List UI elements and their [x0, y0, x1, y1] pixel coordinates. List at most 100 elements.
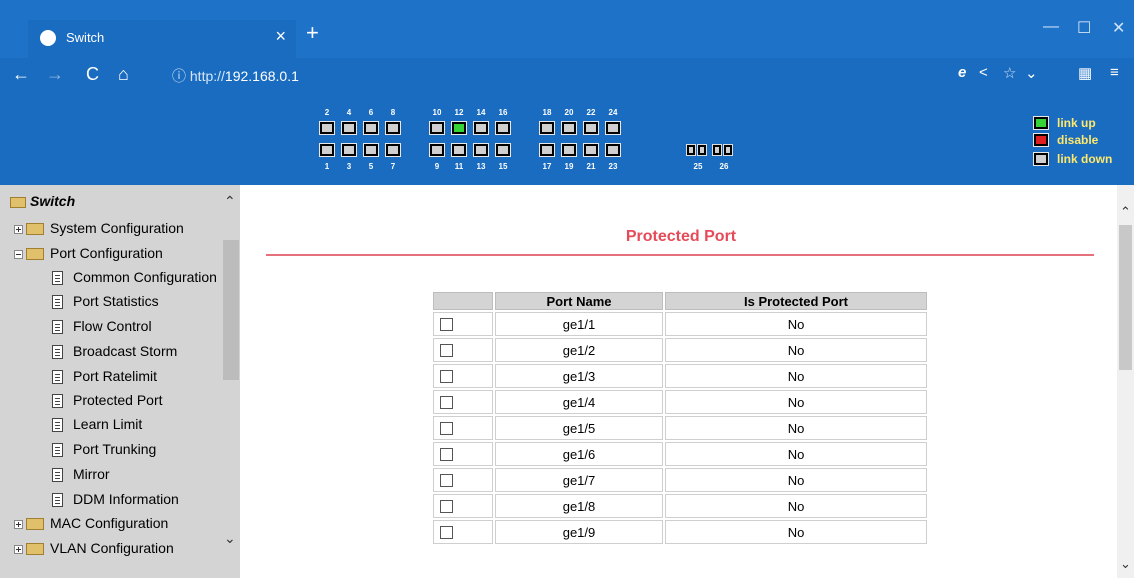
port-label-21: 21	[586, 162, 596, 171]
row-checkbox[interactable]	[440, 369, 453, 383]
switch-port-panel: 2 4 6 8 10 12 14 16 18 20 22 24 1 3 5 7 …	[0, 94, 1134, 185]
port-25a[interactable]	[686, 144, 696, 156]
sidebar-item-broadcast-storm[interactable]: Broadcast Storm	[52, 340, 177, 362]
port-16[interactable]	[495, 121, 511, 135]
apps-icon[interactable]: ▦	[1078, 64, 1092, 82]
row-checkbox[interactable]	[440, 499, 453, 513]
row-checkbox[interactable]	[440, 317, 453, 331]
port-7[interactable]	[385, 143, 401, 157]
main-scroll-down-icon[interactable]: ⌄	[1120, 556, 1131, 572]
expand-icon[interactable]	[14, 224, 23, 234]
sidebar-item-system-configuration[interactable]: System Configuration	[14, 217, 184, 239]
new-tab-button[interactable]: +	[306, 22, 319, 44]
reload-icon[interactable]: C	[86, 64, 99, 85]
sidebar-item-port-configuration[interactable]: Port Configuration	[14, 242, 163, 264]
main-scroll-up-icon[interactable]: ⌃	[1120, 204, 1131, 220]
port-22[interactable]	[583, 121, 599, 135]
port-name-cell: ge1/8	[495, 494, 663, 518]
port-label-5: 5	[368, 162, 374, 171]
port-label-14: 14	[476, 108, 486, 117]
menu-icon[interactable]: ≡	[1110, 64, 1119, 81]
chevron-down-icon[interactable]: ⌄	[1025, 64, 1038, 82]
table-row: ge1/2 No	[433, 338, 927, 362]
legend-link-down: link down	[1033, 150, 1112, 168]
back-icon[interactable]: ←	[12, 64, 30, 85]
port-26a[interactable]	[712, 144, 722, 156]
port-3[interactable]	[341, 143, 357, 157]
port-14[interactable]	[473, 121, 489, 135]
sidebar-item-flow-control[interactable]: Flow Control	[52, 315, 152, 337]
row-checkbox[interactable]	[440, 525, 453, 539]
port-6[interactable]	[363, 121, 379, 135]
ie-mode-icon[interactable]: e	[958, 64, 966, 81]
row-select-cell	[433, 338, 493, 362]
sidebar-item-mirror[interactable]: Mirror	[52, 463, 110, 485]
table-row: ge1/1 No	[433, 312, 927, 336]
port-5[interactable]	[363, 143, 379, 157]
tab-close-icon[interactable]: ×	[275, 26, 286, 47]
port-status-icon	[1033, 132, 1049, 147]
sidebar-item-protected-port[interactable]: Protected Port	[52, 389, 163, 411]
sidebar-item-port-ratelimit[interactable]: Port Ratelimit	[52, 365, 157, 387]
minimize-icon[interactable]: —	[1043, 18, 1059, 36]
port-8[interactable]	[385, 121, 401, 135]
document-icon	[52, 493, 63, 508]
url-info: ⓘ http://	[172, 68, 225, 84]
protected-port-table: Port Name Is Protected Port ge1/1 No ge1…	[431, 290, 929, 546]
port-10[interactable]	[429, 121, 445, 135]
sidebar-item-vlan-configuration[interactable]: VLAN Configuration	[14, 537, 174, 559]
home-icon[interactable]: ⌂	[118, 64, 129, 85]
expand-icon[interactable]	[14, 544, 23, 554]
port-19[interactable]	[561, 143, 577, 157]
sidebar-item-learn-limit[interactable]: Learn Limit	[52, 413, 142, 435]
row-select-cell	[433, 390, 493, 414]
table-row: ge1/3 No	[433, 364, 927, 388]
port-13[interactable]	[473, 143, 489, 157]
address-bar[interactable]: ⓘ http://192.168.0.1	[160, 62, 850, 90]
port-24[interactable]	[605, 121, 621, 135]
row-checkbox[interactable]	[440, 447, 453, 461]
row-checkbox[interactable]	[440, 421, 453, 435]
port-2[interactable]	[319, 121, 335, 135]
browser-tab[interactable]: Switch ×	[28, 20, 296, 58]
close-window-icon[interactable]: ✕	[1112, 18, 1125, 38]
port-label-18: 18	[542, 108, 552, 117]
port-label-10: 10	[432, 108, 442, 117]
port-21[interactable]	[583, 143, 599, 157]
port-23[interactable]	[605, 143, 621, 157]
sidebar-item-mac-configuration[interactable]: MAC Configuration	[14, 512, 168, 534]
star-icon[interactable]: ☆	[1003, 64, 1016, 82]
sidebar-scroll-thumb[interactable]	[223, 240, 239, 380]
maximize-icon[interactable]: ☐	[1077, 18, 1091, 38]
port-4[interactable]	[341, 121, 357, 135]
share-icon[interactable]: <	[979, 64, 988, 81]
port-20[interactable]	[561, 121, 577, 135]
sidebar-item-port-trunking[interactable]: Port Trunking	[52, 438, 156, 460]
row-checkbox[interactable]	[440, 343, 453, 357]
port-1[interactable]	[319, 143, 335, 157]
document-icon	[52, 320, 63, 335]
document-icon	[52, 418, 63, 433]
table-header-row: Port Name Is Protected Port	[433, 292, 927, 310]
port-12[interactable]	[451, 121, 467, 135]
port-26b[interactable]	[723, 144, 733, 156]
sidebar-item-ddm-information[interactable]: DDM Information	[52, 488, 179, 510]
sidebar-scroll-up-icon[interactable]: ⌃	[224, 193, 236, 210]
expand-icon[interactable]	[14, 519, 23, 529]
document-icon	[52, 271, 63, 286]
forward-icon[interactable]: →	[46, 64, 64, 85]
row-checkbox[interactable]	[440, 473, 453, 487]
row-checkbox[interactable]	[440, 395, 453, 409]
port-9[interactable]	[429, 143, 445, 157]
sidebar-item-common-configuration[interactable]: Common Configuration	[52, 266, 217, 288]
port-18[interactable]	[539, 121, 555, 135]
port-11[interactable]	[451, 143, 467, 157]
tree-root[interactable]: Switch	[10, 193, 75, 209]
main-scroll-thumb[interactable]	[1119, 225, 1132, 370]
port-17[interactable]	[539, 143, 555, 157]
collapse-icon[interactable]	[14, 249, 23, 259]
port-25b[interactable]	[697, 144, 707, 156]
port-15[interactable]	[495, 143, 511, 157]
sidebar-item-port-statistics[interactable]: Port Statistics	[52, 290, 159, 312]
sidebar-scroll-down-icon[interactable]: ⌄	[224, 530, 236, 547]
